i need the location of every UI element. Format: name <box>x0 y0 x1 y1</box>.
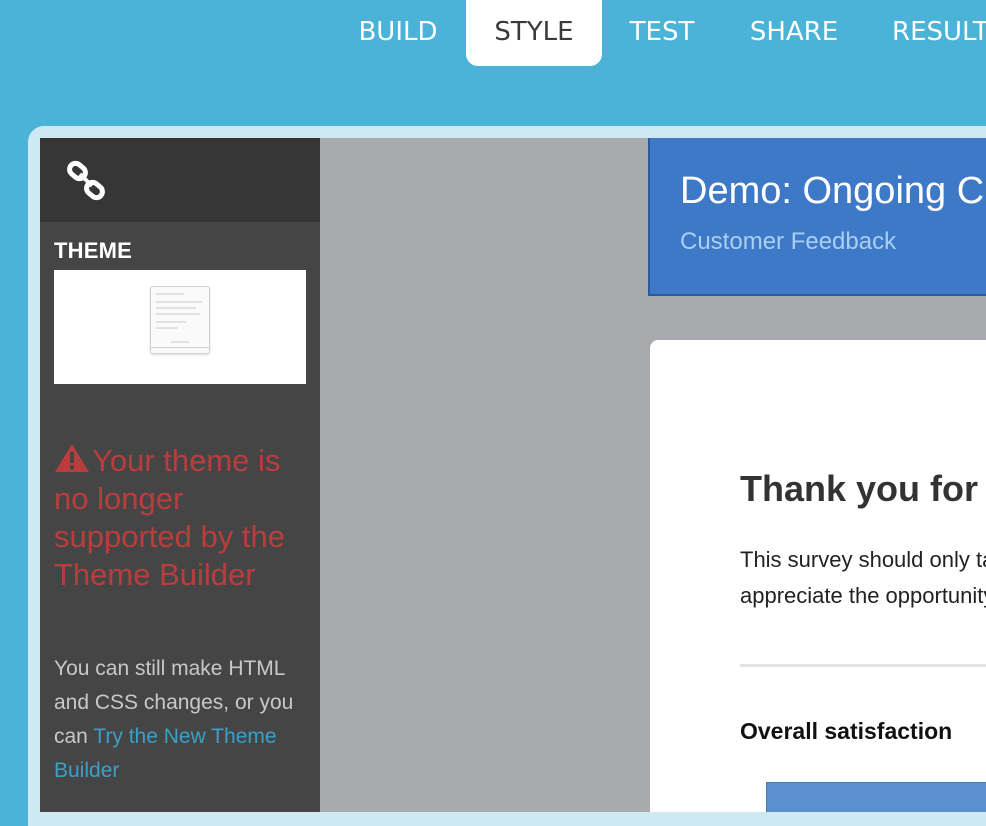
survey-subtitle: Customer Feedback <box>680 228 897 255</box>
warning-triangle-icon <box>55 444 89 472</box>
sidebar-header <box>40 138 320 222</box>
theme-preview[interactable] <box>54 270 306 384</box>
link-icon[interactable] <box>66 160 108 202</box>
question-label: Overall satisfaction <box>740 718 953 744</box>
sidebar-info: You can still make HTML and CSS changes,… <box>54 652 316 788</box>
theme-thumbnail <box>150 286 210 354</box>
survey-header[interactable]: Demo: Ongoing Customer Feedback Customer… <box>648 138 986 296</box>
tab-build[interactable]: BUILD <box>352 0 444 66</box>
survey-page-card: Thank you for your time This survey shou… <box>650 340 986 812</box>
theme-warning: Your theme is no longer supported by the… <box>54 442 308 594</box>
tab-share[interactable]: SHARE <box>744 0 844 66</box>
intro-text: This survey should only take a few minut… <box>740 542 986 614</box>
survey-title: Demo: Ongoing Customer Feedback <box>680 170 986 212</box>
intro-line: appreciate the opportunity to hear from … <box>740 583 986 608</box>
survey-preview-canvas: Demo: Ongoing Customer Feedback Customer… <box>320 138 986 812</box>
tab-test[interactable]: TEST <box>624 0 700 66</box>
top-navigation: BUILD STYLE TEST SHARE RESULTS <box>0 0 986 66</box>
answer-option[interactable] <box>766 782 986 812</box>
thanks-heading: Thank you for your time <box>740 468 986 509</box>
tab-style[interactable]: STYLE <box>466 0 602 66</box>
divider <box>740 664 986 667</box>
style-sidebar: THEME Your theme is no longer supported … <box>40 138 320 812</box>
intro-line: This survey should only take a few minut… <box>740 547 986 572</box>
theme-label: THEME <box>54 238 132 263</box>
tab-results[interactable]: RESULTS <box>892 0 986 66</box>
